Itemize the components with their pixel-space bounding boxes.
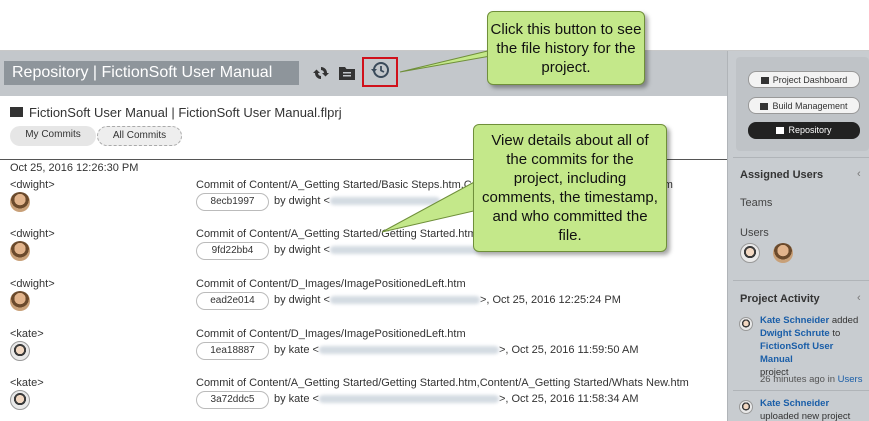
activity-item: Kate Schneider added Dwight Schrute to F…	[760, 314, 868, 379]
avatar[interactable]	[740, 243, 760, 263]
tab-my-commits[interactable]: My Commits	[10, 126, 96, 146]
project-path: FictionSoft User Manual | FictionSoft Us…	[10, 105, 342, 120]
blurred-email	[329, 296, 480, 305]
panel-divider	[733, 390, 869, 391]
activity-project-link[interactable]: FictionSoft User Manual	[760, 341, 833, 365]
activity-target-link[interactable]: Dwight Schrute	[760, 328, 830, 339]
build-icon	[760, 102, 769, 110]
author-suffix: >, Oct 25, 2016 11:58:34 AM	[498, 393, 639, 405]
commit-row[interactable]: <kate> Commit of Content/A_Getting Start…	[0, 377, 727, 421]
commit-user: <dwight>	[10, 179, 55, 191]
assigned-users-heading: Assigned Users	[740, 169, 824, 181]
avatar	[10, 291, 30, 311]
author-suffix: >, Oct 25, 2016 11:59:50 AM	[498, 344, 639, 356]
commit-author: by dwight <	[274, 195, 440, 207]
commit-message: Commit of Content/A_Getting Started/Gett…	[196, 228, 477, 240]
commit-user: <dwight>	[10, 278, 55, 290]
avatar	[10, 390, 30, 410]
history-callout-text: Click this button to see the file histor…	[490, 20, 642, 76]
history-icon	[370, 60, 390, 85]
tab-all-commits[interactable]: All Commits	[97, 126, 182, 146]
project-path-text: FictionSoft User Manual | FictionSoft Us…	[29, 105, 342, 120]
avatar	[10, 341, 30, 361]
avatar	[10, 241, 30, 261]
commit-user: <kate>	[10, 328, 44, 340]
users-label: Users	[740, 227, 769, 239]
history-callout: Click this button to see the file histor…	[487, 11, 645, 85]
activity-item: Kate Schneider uploaded new project	[760, 397, 868, 421]
button-label: Project Dashboard	[772, 75, 848, 85]
commit-user: <kate>	[10, 377, 44, 389]
activity-actor-link[interactable]: Kate Schneider	[760, 398, 829, 409]
commit-message: Commit of Content/D_Images/ImagePosition…	[196, 278, 466, 290]
collapse-chevron-icon[interactable]: ‹	[857, 292, 861, 304]
folder-icon[interactable]	[338, 64, 356, 82]
blurred-email	[329, 197, 440, 206]
author-prefix: by dwight <	[274, 244, 330, 256]
commit-message: Commit of Content/D_Images/ImagePosition…	[196, 328, 466, 340]
teams-label: Teams	[740, 197, 773, 209]
commit-hash[interactable]: 1ea18887	[196, 342, 269, 360]
repository-icon	[776, 126, 785, 134]
author-prefix: by kate <	[274, 393, 319, 405]
author-prefix: by dwight <	[274, 195, 330, 207]
activity-time-text: 26 minutes ago in	[760, 374, 835, 385]
activity-to: to	[832, 328, 841, 339]
project-dashboard-button[interactable]: Project Dashboard	[748, 71, 860, 88]
avatar[interactable]	[773, 243, 793, 263]
commit-row[interactable]: <kate> Commit of Content/D_Images/ImageP…	[0, 328, 727, 376]
commit-author: by kate < >, Oct 25, 2016 11:59:50 AM	[274, 344, 638, 356]
button-label: Build Management	[772, 101, 848, 111]
blurred-email	[329, 246, 480, 255]
history-button[interactable]	[362, 57, 398, 87]
panel-divider	[733, 157, 869, 158]
panel-divider	[733, 280, 869, 281]
commit-user: <dwight>	[10, 228, 55, 240]
commit-author: by dwight <	[274, 244, 480, 256]
date-header: Oct 25, 2016 12:26:30 PM	[10, 162, 139, 174]
activity-time: 26 minutes ago in Users	[760, 373, 868, 386]
activity-verb: uploaded new project	[760, 411, 851, 421]
commit-message: Commit of Content/A_Getting Started/Gett…	[196, 377, 689, 389]
blurred-email	[318, 346, 499, 355]
activity-actor-link[interactable]: Kate Schneider	[760, 315, 829, 326]
commit-hash[interactable]: 3a72ddc5	[196, 391, 269, 409]
page-title: Repository | FictionSoft User Manual	[4, 61, 299, 85]
dashboard-icon	[760, 76, 769, 84]
project-icon	[10, 107, 23, 117]
commit-author: by kate < >, Oct 25, 2016 11:58:34 AM	[274, 393, 638, 405]
repository-button[interactable]: Repository	[748, 122, 860, 139]
project-activity-heading: Project Activity	[740, 293, 820, 305]
author-suffix: >, Oct 25, 2016 12:25:24 PM	[479, 294, 621, 306]
sync-icon[interactable]	[312, 64, 330, 82]
commit-hash[interactable]: ead2e014	[196, 292, 269, 310]
blurred-email	[318, 395, 499, 404]
avatar	[739, 317, 753, 331]
commit-author: by dwight < >, Oct 25, 2016 12:25:24 PM	[274, 294, 621, 306]
avatar	[739, 400, 753, 414]
collapse-chevron-icon[interactable]: ‹	[857, 168, 861, 180]
activity-users-link[interactable]: Users	[838, 374, 863, 385]
activity-verb: added	[831, 315, 859, 326]
author-prefix: by dwight <	[274, 294, 330, 306]
details-callout: View details about all of the commits fo…	[473, 124, 667, 252]
commit-row[interactable]: <dwight> Commit of Content/D_Images/Imag…	[0, 278, 727, 326]
build-management-button[interactable]: Build Management	[748, 97, 860, 114]
commit-hash[interactable]: 9fd22bb4	[196, 242, 269, 260]
author-prefix: by kate <	[274, 344, 319, 356]
details-callout-text: View details about all of the commits fo…	[482, 132, 658, 244]
commit-hash[interactable]: 8ecb1997	[196, 193, 269, 211]
button-label: Repository	[788, 125, 832, 135]
avatar	[10, 192, 30, 212]
